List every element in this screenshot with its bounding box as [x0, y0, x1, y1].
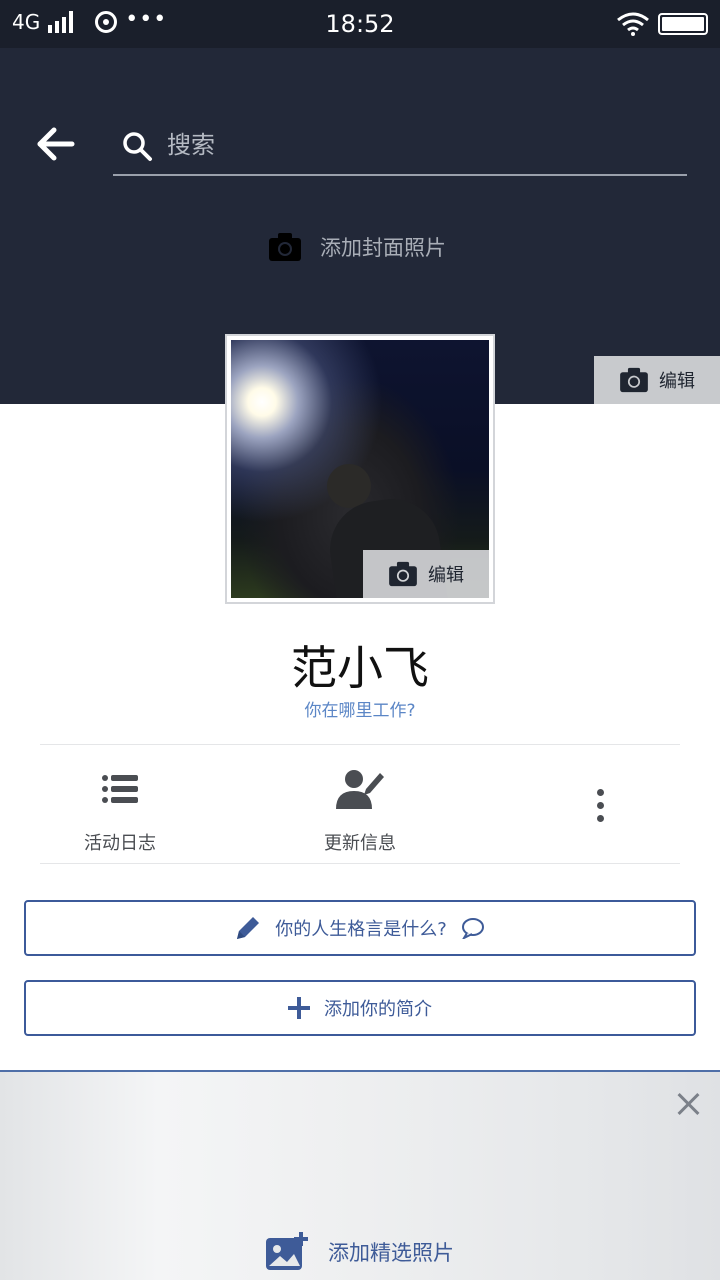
update-info-button[interactable]: 更新信息	[280, 767, 440, 855]
speech-bubble-icon	[461, 918, 484, 939]
update-info-label: 更新信息	[324, 833, 396, 854]
search-bar[interactable]	[113, 120, 687, 176]
profile-photo-image: 编辑	[231, 340, 489, 598]
add-bio-label: 添加你的简介	[324, 999, 432, 1020]
list-icon	[102, 775, 138, 803]
status-time: 18:52	[325, 10, 395, 38]
more-dot	[596, 801, 604, 809]
add-motto-button[interactable]: 你的人生格言是什么?	[24, 900, 696, 956]
profile-name: 范小飞	[291, 641, 429, 695]
add-cover-photo-button[interactable]: 添加封面照片	[268, 232, 446, 262]
work-prompt-link[interactable]: 你在哪里工作?	[0, 696, 720, 721]
close-icon[interactable]	[676, 1092, 700, 1116]
status-bar: 4G ••• 18:52	[0, 0, 720, 48]
search-input[interactable]	[167, 128, 667, 162]
featured-photos-section: 添加精选照片	[0, 1070, 720, 1280]
activity-log-label: 活动日志	[84, 833, 156, 854]
pencil-icon	[237, 917, 260, 939]
activity-log-button[interactable]: 活动日志	[40, 767, 200, 855]
add-photo-icon	[266, 1232, 308, 1270]
profile-photo[interactable]: 编辑	[225, 334, 495, 604]
more-dot	[596, 814, 604, 822]
cover-edit-label: 编辑	[659, 371, 695, 392]
camera-icon	[389, 561, 417, 587]
camera-icon	[620, 367, 648, 393]
plus-icon	[288, 997, 310, 1019]
more-dot	[596, 788, 604, 796]
search-icon	[123, 132, 152, 161]
more-options-button[interactable]	[580, 785, 620, 825]
camera-icon	[269, 233, 301, 261]
profile-photo-edit-button[interactable]: 编辑	[363, 550, 489, 598]
status-right	[616, 12, 708, 36]
profile-actions: 活动日志 更新信息	[40, 744, 680, 864]
battery-icon	[658, 13, 708, 35]
cover-edit-button[interactable]: 编辑	[594, 356, 720, 404]
profile-photo-edit-label: 编辑	[428, 565, 464, 586]
wifi-icon	[617, 12, 649, 36]
add-bio-button[interactable]: 添加你的简介	[24, 980, 696, 1036]
add-featured-photos-label: 添加精选照片	[328, 1241, 454, 1265]
back-button[interactable]	[36, 126, 76, 162]
add-featured-photos-button[interactable]: 添加精选照片	[266, 1232, 454, 1272]
motto-label: 你的人生格言是什么?	[275, 919, 447, 940]
add-cover-photo-label: 添加封面照片	[320, 236, 446, 260]
photo-person-head	[327, 464, 371, 508]
arrow-left-icon	[37, 127, 75, 161]
edit-profile-icon	[336, 770, 384, 809]
